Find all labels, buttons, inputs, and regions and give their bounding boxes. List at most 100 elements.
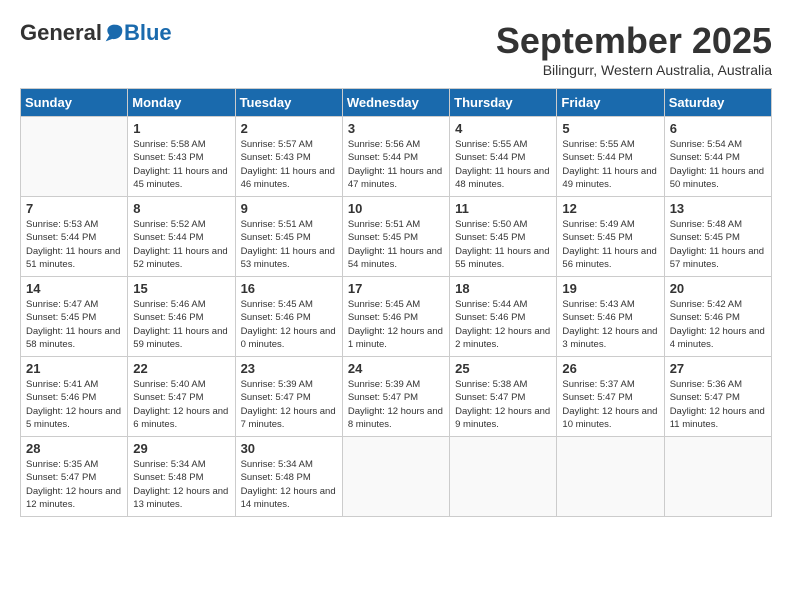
location-subtitle: Bilingurr, Western Australia, Australia — [496, 62, 772, 78]
logo-general-text: General — [20, 20, 102, 46]
day-number: 28 — [26, 441, 122, 456]
calendar-cell: 29 Sunrise: 5:34 AMSunset: 5:48 PMDaylig… — [128, 437, 235, 517]
day-number: 1 — [133, 121, 229, 136]
day-info: Sunrise: 5:45 AMSunset: 5:46 PMDaylight:… — [348, 298, 444, 351]
day-info: Sunrise: 5:53 AMSunset: 5:44 PMDaylight:… — [26, 218, 122, 271]
day-number: 20 — [670, 281, 766, 296]
day-number: 7 — [26, 201, 122, 216]
calendar-cell: 18 Sunrise: 5:44 AMSunset: 5:46 PMDaylig… — [450, 277, 557, 357]
header-monday: Monday — [128, 89, 235, 117]
calendar-cell: 9 Sunrise: 5:51 AMSunset: 5:45 PMDayligh… — [235, 197, 342, 277]
calendar-week-5: 28 Sunrise: 5:35 AMSunset: 5:47 PMDaylig… — [21, 437, 772, 517]
day-number: 17 — [348, 281, 444, 296]
day-number: 14 — [26, 281, 122, 296]
day-number: 2 — [241, 121, 337, 136]
header-wednesday: Wednesday — [342, 89, 449, 117]
day-number: 29 — [133, 441, 229, 456]
calendar-cell: 16 Sunrise: 5:45 AMSunset: 5:46 PMDaylig… — [235, 277, 342, 357]
calendar-cell: 13 Sunrise: 5:48 AMSunset: 5:45 PMDaylig… — [664, 197, 771, 277]
calendar-cell: 5 Sunrise: 5:55 AMSunset: 5:44 PMDayligh… — [557, 117, 664, 197]
calendar-cell: 2 Sunrise: 5:57 AMSunset: 5:43 PMDayligh… — [235, 117, 342, 197]
day-info: Sunrise: 5:34 AMSunset: 5:48 PMDaylight:… — [241, 458, 337, 511]
day-number: 4 — [455, 121, 551, 136]
calendar-header: Sunday Monday Tuesday Wednesday Thursday… — [21, 89, 772, 117]
day-number: 26 — [562, 361, 658, 376]
day-info: Sunrise: 5:54 AMSunset: 5:44 PMDaylight:… — [670, 138, 766, 191]
logo-blue-text: Blue — [124, 20, 172, 46]
calendar-cell: 20 Sunrise: 5:42 AMSunset: 5:46 PMDaylig… — [664, 277, 771, 357]
calendar-week-4: 21 Sunrise: 5:41 AMSunset: 5:46 PMDaylig… — [21, 357, 772, 437]
day-info: Sunrise: 5:34 AMSunset: 5:48 PMDaylight:… — [133, 458, 229, 511]
title-section: September 2025 Bilingurr, Western Austra… — [496, 20, 772, 78]
header-tuesday: Tuesday — [235, 89, 342, 117]
calendar-week-1: 1 Sunrise: 5:58 AMSunset: 5:43 PMDayligh… — [21, 117, 772, 197]
day-info: Sunrise: 5:52 AMSunset: 5:44 PMDaylight:… — [133, 218, 229, 271]
day-number: 22 — [133, 361, 229, 376]
day-info: Sunrise: 5:43 AMSunset: 5:46 PMDaylight:… — [562, 298, 658, 351]
day-number: 5 — [562, 121, 658, 136]
day-info: Sunrise: 5:58 AMSunset: 5:43 PMDaylight:… — [133, 138, 229, 191]
calendar-cell: 11 Sunrise: 5:50 AMSunset: 5:45 PMDaylig… — [450, 197, 557, 277]
day-info: Sunrise: 5:49 AMSunset: 5:45 PMDaylight:… — [562, 218, 658, 271]
day-info: Sunrise: 5:57 AMSunset: 5:43 PMDaylight:… — [241, 138, 337, 191]
header-sunday: Sunday — [21, 89, 128, 117]
calendar-cell: 23 Sunrise: 5:39 AMSunset: 5:47 PMDaylig… — [235, 357, 342, 437]
calendar-cell: 30 Sunrise: 5:34 AMSunset: 5:48 PMDaylig… — [235, 437, 342, 517]
calendar-cell: 22 Sunrise: 5:40 AMSunset: 5:47 PMDaylig… — [128, 357, 235, 437]
day-info: Sunrise: 5:44 AMSunset: 5:46 PMDaylight:… — [455, 298, 551, 351]
calendar-cell: 4 Sunrise: 5:55 AMSunset: 5:44 PMDayligh… — [450, 117, 557, 197]
header-saturday: Saturday — [664, 89, 771, 117]
day-number: 3 — [348, 121, 444, 136]
day-info: Sunrise: 5:38 AMSunset: 5:47 PMDaylight:… — [455, 378, 551, 431]
day-info: Sunrise: 5:48 AMSunset: 5:45 PMDaylight:… — [670, 218, 766, 271]
day-info: Sunrise: 5:45 AMSunset: 5:46 PMDaylight:… — [241, 298, 337, 351]
logo-bird-icon — [104, 23, 124, 43]
day-info: Sunrise: 5:55 AMSunset: 5:44 PMDaylight:… — [455, 138, 551, 191]
day-info: Sunrise: 5:37 AMSunset: 5:47 PMDaylight:… — [562, 378, 658, 431]
day-number: 15 — [133, 281, 229, 296]
day-number: 27 — [670, 361, 766, 376]
calendar-cell: 25 Sunrise: 5:38 AMSunset: 5:47 PMDaylig… — [450, 357, 557, 437]
day-info: Sunrise: 5:56 AMSunset: 5:44 PMDaylight:… — [348, 138, 444, 191]
day-number: 23 — [241, 361, 337, 376]
day-number: 18 — [455, 281, 551, 296]
logo: General Blue — [20, 20, 172, 46]
day-info: Sunrise: 5:51 AMSunset: 5:45 PMDaylight:… — [241, 218, 337, 271]
calendar-cell: 24 Sunrise: 5:39 AMSunset: 5:47 PMDaylig… — [342, 357, 449, 437]
calendar-cell: 12 Sunrise: 5:49 AMSunset: 5:45 PMDaylig… — [557, 197, 664, 277]
day-info: Sunrise: 5:50 AMSunset: 5:45 PMDaylight:… — [455, 218, 551, 271]
calendar-cell — [342, 437, 449, 517]
calendar-cell: 3 Sunrise: 5:56 AMSunset: 5:44 PMDayligh… — [342, 117, 449, 197]
calendar-cell: 19 Sunrise: 5:43 AMSunset: 5:46 PMDaylig… — [557, 277, 664, 357]
day-info: Sunrise: 5:47 AMSunset: 5:45 PMDaylight:… — [26, 298, 122, 351]
day-number: 12 — [562, 201, 658, 216]
calendar-cell: 7 Sunrise: 5:53 AMSunset: 5:44 PMDayligh… — [21, 197, 128, 277]
calendar-cell: 8 Sunrise: 5:52 AMSunset: 5:44 PMDayligh… — [128, 197, 235, 277]
day-info: Sunrise: 5:39 AMSunset: 5:47 PMDaylight:… — [348, 378, 444, 431]
day-number: 9 — [241, 201, 337, 216]
calendar-cell: 28 Sunrise: 5:35 AMSunset: 5:47 PMDaylig… — [21, 437, 128, 517]
day-info: Sunrise: 5:46 AMSunset: 5:46 PMDaylight:… — [133, 298, 229, 351]
day-info: Sunrise: 5:36 AMSunset: 5:47 PMDaylight:… — [670, 378, 766, 431]
calendar-cell: 21 Sunrise: 5:41 AMSunset: 5:46 PMDaylig… — [21, 357, 128, 437]
day-number: 24 — [348, 361, 444, 376]
calendar-cell — [557, 437, 664, 517]
day-number: 8 — [133, 201, 229, 216]
day-number: 30 — [241, 441, 337, 456]
calendar-cell — [450, 437, 557, 517]
calendar-cell — [21, 117, 128, 197]
header-thursday: Thursday — [450, 89, 557, 117]
calendar-cell: 17 Sunrise: 5:45 AMSunset: 5:46 PMDaylig… — [342, 277, 449, 357]
calendar-cell: 15 Sunrise: 5:46 AMSunset: 5:46 PMDaylig… — [128, 277, 235, 357]
day-info: Sunrise: 5:39 AMSunset: 5:47 PMDaylight:… — [241, 378, 337, 431]
day-number: 10 — [348, 201, 444, 216]
day-info: Sunrise: 5:51 AMSunset: 5:45 PMDaylight:… — [348, 218, 444, 271]
calendar-cell: 14 Sunrise: 5:47 AMSunset: 5:45 PMDaylig… — [21, 277, 128, 357]
day-number: 11 — [455, 201, 551, 216]
day-info: Sunrise: 5:42 AMSunset: 5:46 PMDaylight:… — [670, 298, 766, 351]
day-info: Sunrise: 5:35 AMSunset: 5:47 PMDaylight:… — [26, 458, 122, 511]
day-info: Sunrise: 5:41 AMSunset: 5:46 PMDaylight:… — [26, 378, 122, 431]
calendar-body: 1 Sunrise: 5:58 AMSunset: 5:43 PMDayligh… — [21, 117, 772, 517]
calendar-week-2: 7 Sunrise: 5:53 AMSunset: 5:44 PMDayligh… — [21, 197, 772, 277]
days-of-week-row: Sunday Monday Tuesday Wednesday Thursday… — [21, 89, 772, 117]
